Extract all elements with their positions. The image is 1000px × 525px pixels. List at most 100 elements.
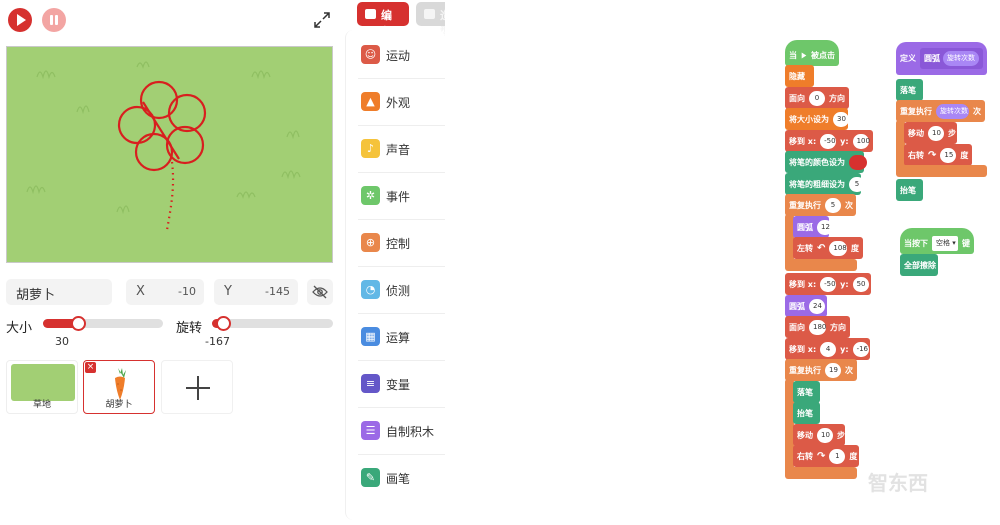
x-value: -10 [178,285,196,298]
y-input[interactable]: 50 [852,276,869,292]
pen-down-block[interactable]: 落笔 [896,79,923,101]
run-button[interactable] [8,8,32,32]
repeat-label: 重复执行 [900,106,932,116]
turn-right-input[interactable]: 1 [829,448,846,464]
rotation-label: 旋转 [176,321,203,336]
sensing-icon: ◔ [361,280,380,299]
category-label: 外观 [386,96,411,110]
when-key-pressed-block[interactable]: 当按下 空格 ▾ 键 [900,228,974,254]
point-direction-block[interactable]: 面向 0 方向 [785,87,849,109]
rotation-slider[interactable] [212,316,333,331]
repeat-count-input[interactable]: 5 [825,197,841,213]
arc-input[interactable]: 12 [817,219,833,235]
watermark: 智东西 [868,471,928,495]
arc-block-1[interactable]: 圆弧 12 [793,216,833,238]
category-my-blocks[interactable]: ☰ 自制积木 [358,408,445,455]
turn-left-input[interactable]: 108 [829,240,847,256]
steps-input[interactable]: 10 [817,427,833,443]
when-flag-clicked-block[interactable]: 当 被点击 [785,40,839,66]
fullscreen-icon[interactable] [313,11,331,29]
category-pen[interactable]: ✎ 画笔 [358,455,445,502]
category-looks[interactable]: ▲ 外观 [358,79,445,126]
stop-button[interactable] [42,8,66,32]
category-label: 事件 [386,190,411,204]
param-rotation-count[interactable]: 旋转次数 [943,51,979,66]
pen-down-block[interactable]: 落笔 [793,381,820,403]
goto-label: 移到 x: [789,279,817,289]
turn-left-block[interactable]: 左转 ↶ 108 度 [793,237,863,259]
stage-canvas[interactable] [6,46,333,263]
set-pen-size-block[interactable]: 将笔的粗细设为 5 [785,173,865,195]
goto-xy-block-3[interactable]: 移到 x: 4 y: -16 [785,338,870,360]
pen-up-block[interactable]: 抬笔 [793,402,820,424]
x-position-field[interactable]: X -10 [126,279,204,305]
move-suffix: 步 [948,128,956,138]
sprite-card-name: 草地 [32,400,51,410]
repeat-suffix: 次 [845,365,853,375]
sprite-card-name: 胡萝卜 [105,400,133,410]
category-sensing[interactable]: ◔ 侦测 [358,267,445,314]
move-steps-block[interactable]: 移动 10 步 [904,122,957,144]
category-events[interactable]: ✲ 事件 [358,173,445,220]
set-pen-color-block[interactable]: 将笔的颜色设为 [785,151,867,173]
pen-up-block[interactable]: 抬笔 [896,179,923,201]
y-input[interactable]: 100 [852,133,870,149]
rotation-value: -167 [205,335,230,348]
x-input[interactable]: 4 [820,341,837,357]
sprite-card-backdrop[interactable]: 草地 [6,360,78,414]
stage-drawing [26,61,301,231]
pen-color-swatch[interactable] [849,154,867,170]
steps-input[interactable]: 10 [928,125,944,141]
when-label: 当 [789,50,797,60]
repeat-block-1[interactable]: 重复执行 5 次 [785,194,856,216]
size-slider[interactable] [43,316,163,331]
category-sound[interactable]: ♪ 声音 [358,126,445,173]
repeat-count-input[interactable]: 19 [825,362,841,378]
app-root: 胡萝卜 X -10 Y -145 大小 30 旋转 -167 草地 × 胡萝卜 … [0,0,1000,525]
repeat-suffix: 次 [973,106,981,116]
category-operators[interactable]: ▦ 运算 [358,314,445,361]
pen-icon: ✎ [361,468,380,487]
repeat-param-reporter[interactable]: 旋转次数 [936,103,969,119]
point-direction-block-2[interactable]: 面向 180 方向 [785,316,850,338]
turn-right-input[interactable]: 15 [940,147,957,163]
hide-block[interactable]: 隐藏 [785,65,814,87]
set-size-block[interactable]: 将大小设为 30 [785,108,849,130]
goto-xy-block-1[interactable]: 移到 x: -50 y: 100 [785,130,873,152]
move-steps-block[interactable]: 移动 10 步 [793,424,845,446]
x-input[interactable]: -50 [820,276,837,292]
category-variables[interactable]: ≡ 变量 [358,361,445,408]
repeat-block-define[interactable]: 重复执行 旋转次数 次 [896,100,985,122]
size-input[interactable]: 30 [833,111,849,127]
y-position-field[interactable]: Y -145 [214,279,298,305]
key-dropdown[interactable]: 空格 ▾ [932,235,958,251]
sprite-card-carrot[interactable]: × 胡萝卜 [83,360,155,414]
size-slider-knob[interactable] [71,316,86,331]
direction-input[interactable]: 0 [809,90,825,106]
category-label: 声音 [386,143,411,157]
direction-input[interactable]: 180 [809,319,826,335]
category-label: 运动 [386,49,411,63]
arc-block-2[interactable]: 圆弧 24 [785,295,827,317]
rotation-slider-knob[interactable] [216,316,231,331]
y-input[interactable]: -16 [852,341,869,357]
repeat-block-2[interactable]: 重复执行 19 次 [785,359,857,381]
turn-right-block[interactable]: 右转 ↷ 1 度 [793,445,859,467]
category-label: 运算 [386,331,411,345]
control-icon: ⊕ [361,233,380,252]
goto-xy-block-2[interactable]: 移到 x: -50 y: 50 [785,273,871,295]
clear-all-block[interactable]: 全部擦除 [900,254,938,276]
category-control[interactable]: ⊕ 控制 [358,220,445,267]
x-input[interactable]: -50 [820,133,837,149]
arc-input[interactable]: 24 [809,298,825,314]
add-sprite-button[interactable] [161,360,233,414]
category-motion[interactable]: ☺ 运动 [358,32,445,79]
turn-right-block[interactable]: 右转 ↷ 15 度 [904,144,972,166]
tab-code[interactable]: 编程 [357,2,409,38]
move-label: 移动 [797,430,813,440]
define-arc-block[interactable]: 定义 圆弧 旋转次数 [896,42,987,75]
pen-size-input[interactable]: 5 [849,176,865,192]
category-label: 画笔 [386,472,411,486]
visibility-toggle[interactable] [307,279,333,305]
sprite-name-field[interactable]: 胡萝卜 [6,279,112,305]
